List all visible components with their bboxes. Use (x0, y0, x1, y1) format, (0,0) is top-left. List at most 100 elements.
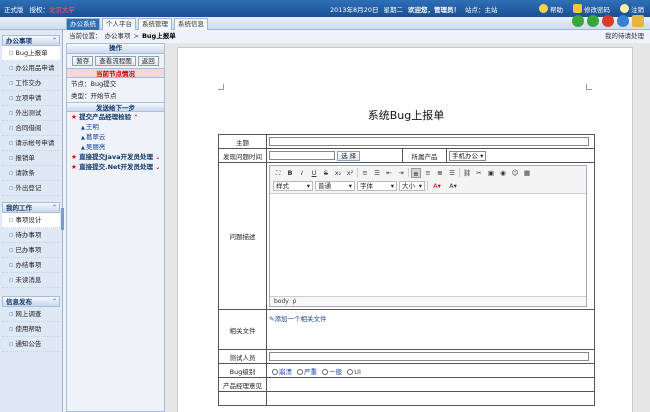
tester-input[interactable] (269, 352, 589, 361)
found-time-input[interactable] (269, 151, 335, 160)
stop-icon[interactable] (602, 15, 614, 27)
expand-icon[interactable]: ⌄ (155, 154, 160, 161)
sidebar-item[interactable]: 请示帐号申请 (2, 136, 60, 151)
pm-opinion-cell[interactable] (266, 377, 595, 392)
sidebar-section-office: 办公事项⌃ Bug上报单 办公用品申请 工作交办 立项申请 外出测试 合同借阅 … (2, 35, 60, 196)
collapse-icon[interactable]: ⌃ (52, 297, 59, 306)
tab-office-system[interactable]: 办公系统 (66, 18, 100, 30)
underline-icon[interactable]: U (309, 168, 319, 178)
sidebar-item[interactable]: 通知公告 (2, 337, 60, 352)
sidebar-header-info[interactable]: 信息发布 ⌃ (2, 296, 60, 307)
pending-link[interactable]: 我的待请处理 (605, 31, 644, 42)
save-draft-button[interactable]: 暂存 (72, 56, 94, 66)
level-radio-normal[interactable] (322, 368, 329, 375)
background-color-icon[interactable]: A▾ (446, 181, 460, 191)
fullscreen-icon[interactable]: ⛶ (273, 168, 283, 178)
sidebar-item[interactable]: 请款条 (2, 166, 60, 181)
indent-icon[interactable]: ⇥ (396, 168, 406, 178)
sidebar-item[interactable]: 网上调查 (2, 307, 60, 322)
return-button[interactable]: 返回 (137, 56, 159, 66)
document-area[interactable]: 系统Bug上报单 主题 发现问题时间 选 择 所属产品 手机办公 ▾ 问题描述 (165, 43, 650, 412)
step-person[interactable]: 葛翠云 (67, 132, 164, 142)
outdent-icon[interactable]: ⇤ (384, 168, 394, 178)
level-radio-ui[interactable] (347, 368, 354, 375)
font-dropdown[interactable]: 字体 ▾ (357, 180, 397, 191)
sidebar-item[interactable]: 立项申请 (2, 91, 60, 106)
node-line: 节点：Bug提交 (67, 78, 164, 90)
align-center-icon[interactable]: ≡ (423, 168, 433, 178)
align-right-icon[interactable]: ≣ (435, 168, 445, 178)
subscript-icon[interactable]: x₂ (333, 168, 343, 178)
bold-icon[interactable]: B (285, 168, 295, 178)
sidebar-item[interactable]: 外出测试 (2, 106, 60, 121)
level-option-label: 崩溃 (279, 367, 292, 376)
sidebar-resize-handle[interactable] (61, 208, 64, 230)
sidebar-item[interactable]: 使用帮助 (2, 322, 60, 337)
ordered-list-icon[interactable]: ≡ (360, 168, 370, 178)
align-left-icon[interactable]: ≣ (411, 167, 421, 178)
strikethrough-icon[interactable]: S (321, 168, 331, 178)
extra-row-cell[interactable] (266, 391, 595, 406)
add-attachment-link[interactable]: ✎添加一个相关文件 (269, 315, 326, 323)
sidebar-item[interactable]: 报销单 (2, 151, 60, 166)
view-flowchart-button[interactable]: 查看流程图 (95, 56, 136, 66)
tab-system-info[interactable]: 系统信息 (174, 18, 208, 30)
expand-icon[interactable]: ⌃ (133, 114, 138, 121)
breadcrumb-parent[interactable]: 办公事项 (105, 31, 131, 42)
text-color-icon[interactable]: A▾ (430, 181, 444, 191)
sidebar-item[interactable]: 办公用品申请 (2, 61, 60, 76)
subject-input[interactable] (269, 137, 589, 146)
step-name: 直接提交.Net开发员处理 (79, 163, 154, 171)
italic-icon[interactable]: I (297, 168, 307, 178)
home-icon[interactable] (632, 15, 644, 27)
help-link[interactable]: 帮助 (539, 4, 563, 14)
expand-icon[interactable]: ⌄ (155, 164, 160, 171)
sidebar-item[interactable]: 已办事项 (2, 243, 60, 258)
step-person[interactable]: 王明 (67, 122, 164, 132)
rich-text-editor: ⛶ B I U S x₂ x² ≡ ☰ ⇤ ⇥ ≣ ≡ ≣ ☰ ⛓ ✂ ▣ ◉ … (269, 165, 587, 307)
change-password-link[interactable]: 修改密码 (573, 4, 610, 14)
unordered-list-icon[interactable]: ☰ (372, 168, 382, 178)
collapse-icon[interactable]: ⌃ (52, 203, 59, 212)
sidebar-item[interactable]: 未读消息 (2, 273, 60, 288)
align-justify-icon[interactable]: ☰ (447, 168, 457, 178)
image-icon[interactable]: ▣ (486, 168, 496, 178)
star-icon: ★ (71, 113, 77, 121)
superscript-icon[interactable]: x² (345, 168, 355, 178)
next-step-option[interactable]: ★ 提交产品经理检验 ⌃ (67, 112, 164, 122)
sidebar-header-work[interactable]: 我的工作 ⌃ (2, 202, 60, 213)
sidebar-item[interactable]: Bug上报单 (2, 46, 60, 61)
tab-system-admin[interactable]: 系统管理 (138, 18, 172, 30)
flash-icon[interactable]: ◉ (498, 168, 508, 178)
unlink-icon[interactable]: ✂ (474, 168, 484, 178)
table-icon[interactable]: ▦ (522, 168, 532, 178)
link-icon[interactable]: ⛓ (462, 168, 472, 178)
logout-link[interactable]: 注销 (620, 4, 644, 14)
level-radio-severe[interactable] (297, 368, 304, 375)
sidebar-section-info: 信息发布 ⌃ 网上调查 使用帮助 通知公告 (2, 296, 60, 352)
select-time-button[interactable]: 选 择 (337, 150, 361, 161)
collapse-icon[interactable]: ⌃ (52, 36, 59, 45)
style-dropdown[interactable]: 样式 ▾ (273, 180, 313, 191)
back-arrow-icon[interactable] (572, 15, 584, 27)
step-person[interactable]: 吴丽亮 (67, 142, 164, 152)
sidebar-item[interactable]: 待办事项 (2, 228, 60, 243)
next-step-option[interactable]: ★ 直接提交Java开发员处理 ⌄ (67, 152, 164, 162)
format-dropdown[interactable]: 普通 ▾ (315, 180, 355, 191)
sidebar-item[interactable]: 办结事项 (2, 258, 60, 273)
tab-personal-platform[interactable]: 个人平台 (102, 18, 136, 30)
level-radio-crash[interactable] (272, 368, 278, 375)
sidebar-item[interactable]: 事项设计 (2, 213, 60, 228)
emoticon-icon[interactable]: ☺ (510, 168, 520, 178)
current-node-header: 当前节点情况 (67, 68, 164, 78)
pm-opinion-label: 产品经理意见 (218, 377, 267, 392)
product-select[interactable]: 手机办公 ▾ (449, 150, 487, 161)
sidebar-header-office[interactable]: 办公事项 ⌃ (2, 35, 60, 46)
sidebar-item[interactable]: 外出登记 (2, 181, 60, 196)
forward-arrow-icon[interactable] (587, 15, 599, 27)
refresh-icon[interactable] (617, 15, 629, 27)
sidebar-item[interactable]: 合同借阅 (2, 121, 60, 136)
next-step-option[interactable]: ★ 直接提交.Net开发员处理 ⌄ (67, 162, 164, 172)
size-dropdown[interactable]: 大小 ▾ (399, 180, 425, 191)
sidebar-item[interactable]: 工作交办 (2, 76, 60, 91)
